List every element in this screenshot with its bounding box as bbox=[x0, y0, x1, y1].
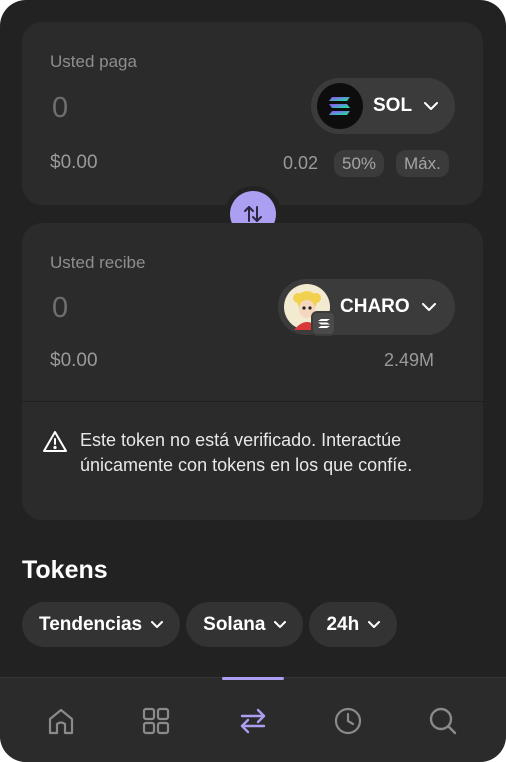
tab-swap[interactable] bbox=[236, 704, 270, 738]
filter-trending-dropdown[interactable]: Tendencias bbox=[22, 602, 181, 647]
token-filters: Tendencias Solana 24h bbox=[22, 602, 398, 647]
pay-label: Usted paga bbox=[50, 52, 137, 71]
tokens-section-title: Tokens bbox=[22, 556, 108, 584]
swap-icon bbox=[238, 706, 268, 736]
receive-amount-input[interactable]: 0 bbox=[52, 292, 68, 325]
filter-label: Solana bbox=[203, 613, 266, 635]
chevron-down-icon bbox=[421, 302, 436, 312]
history-clock-icon bbox=[333, 706, 363, 736]
filter-timeframe-dropdown[interactable]: 24h bbox=[309, 602, 398, 647]
receive-token-symbol: CHARO bbox=[340, 296, 410, 317]
tab-home[interactable] bbox=[44, 704, 78, 738]
card-divider bbox=[22, 401, 483, 402]
max-button[interactable]: Máx. bbox=[396, 150, 449, 177]
active-tab-indicator bbox=[222, 677, 284, 680]
sol-token-icon bbox=[317, 83, 363, 129]
pay-amount-input[interactable]: 0 bbox=[52, 92, 68, 125]
apps-grid-icon bbox=[141, 706, 171, 736]
home-icon bbox=[46, 706, 76, 736]
pay-token-symbol: SOL bbox=[373, 95, 413, 116]
chevron-down-icon bbox=[274, 620, 287, 629]
pay-usd-value: $0.00 bbox=[50, 152, 98, 173]
filter-chain-dropdown[interactable]: Solana bbox=[186, 602, 304, 647]
chevron-down-icon bbox=[368, 620, 381, 629]
swap-screen: Usted paga 0 $0.00 SOL 0.02 50% Máx. Ust… bbox=[0, 0, 506, 762]
tab-collectibles[interactable] bbox=[139, 704, 173, 738]
filter-label: Tendencias bbox=[39, 613, 143, 635]
warning-triangle-icon bbox=[42, 430, 68, 478]
chevron-down-icon bbox=[424, 101, 439, 111]
receive-label: Usted recibe bbox=[50, 253, 146, 272]
solana-chain-badge bbox=[311, 311, 336, 336]
tab-search[interactable] bbox=[426, 704, 460, 738]
charo-token-avatar bbox=[284, 284, 336, 336]
warning-text: Este token no está verificado. Interactú… bbox=[80, 430, 413, 475]
receive-balance: 2.49M bbox=[384, 350, 435, 370]
receive-card: Usted recibe 0 $0.00 CHARO 2.49M Este to… bbox=[22, 223, 483, 520]
pay-balance: 0.02 bbox=[283, 153, 319, 173]
pay-card: Usted paga 0 $0.00 SOL 0.02 50% Máx. bbox=[22, 22, 483, 205]
receive-usd-value: $0.00 bbox=[50, 350, 98, 371]
filter-label: 24h bbox=[326, 613, 360, 635]
chevron-down-icon bbox=[151, 620, 164, 629]
pay-token-selector[interactable]: SOL bbox=[311, 78, 455, 134]
search-icon bbox=[428, 706, 458, 736]
receive-token-selector[interactable]: CHARO bbox=[278, 279, 455, 336]
half-button[interactable]: 50% bbox=[334, 150, 385, 177]
unverified-warning: Este token no está verificado. Interactú… bbox=[42, 428, 465, 478]
bottom-tab-bar bbox=[0, 677, 506, 762]
swap-arrows-icon bbox=[242, 203, 264, 225]
tab-activity[interactable] bbox=[331, 704, 365, 738]
